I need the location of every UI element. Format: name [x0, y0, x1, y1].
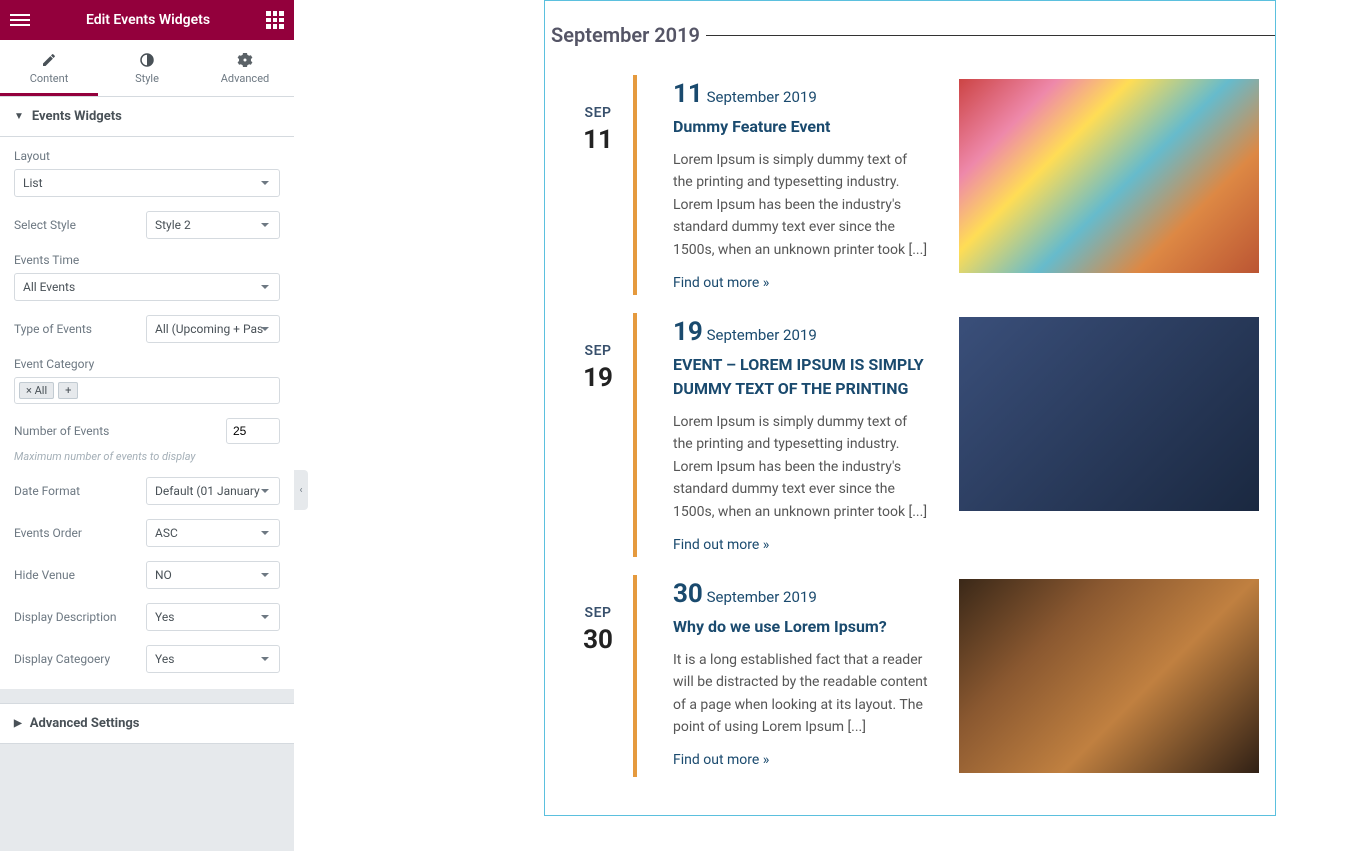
type-events-label: Type of Events — [14, 322, 92, 336]
event-date-badge: SEP 11 — [563, 75, 633, 295]
find-out-more-link[interactable]: Find out more » — [673, 537, 929, 553]
num-events-input[interactable] — [226, 418, 280, 444]
display-desc-label: Display Description — [14, 610, 117, 624]
caret-down-icon: ▼ — [14, 111, 24, 122]
tab-advanced[interactable]: Advanced — [196, 40, 294, 96]
apps-icon[interactable] — [266, 11, 284, 29]
find-out-more-link[interactable]: Find out more » — [673, 752, 929, 768]
category-add-button[interactable]: + — [58, 382, 78, 399]
event-image — [959, 79, 1259, 273]
events-time-label: Events Time — [14, 253, 280, 267]
contrast-icon — [98, 52, 196, 68]
hide-venue-label: Hide Venue — [14, 568, 75, 582]
event-description: Lorem Ipsum is simply dummy text of the … — [673, 149, 929, 261]
event-item: SEP 19 19 September 2019 EVENT – LOREM I… — [545, 313, 1275, 575]
month-header: September 2019 — [545, 23, 1275, 47]
num-events-label: Number of Events — [14, 424, 109, 438]
category-tag-all[interactable]: × All — [19, 382, 54, 399]
month-title: September 2019 — [545, 23, 706, 47]
event-description: Lorem Ipsum is simply dummy text of the … — [673, 411, 929, 523]
sidebar-title: Edit Events Widgets — [30, 12, 266, 28]
event-image — [959, 317, 1259, 511]
controls-panel: Layout List Select Style Style 2 Events … — [0, 137, 294, 689]
date-format-label: Date Format — [14, 484, 80, 498]
type-events-select[interactable]: All (Upcoming + Pas — [146, 315, 280, 343]
section-events-widgets[interactable]: ▼ Events Widgets — [0, 97, 294, 137]
events-order-label: Events Order — [14, 526, 82, 540]
layout-select[interactable]: List — [14, 169, 280, 197]
divider — [706, 35, 1275, 36]
event-title[interactable]: EVENT – LOREM IPSUM IS SIMPLY DUMMY TEXT… — [673, 353, 929, 401]
menu-icon[interactable] — [10, 14, 30, 26]
event-date-line: 11 September 2019 — [673, 79, 929, 109]
tab-style[interactable]: Style — [98, 40, 196, 96]
caret-right-icon: ▶ — [14, 718, 22, 729]
display-cat-select[interactable]: Yes — [146, 645, 280, 673]
editor-sidebar: Edit Events Widgets Content Style Ad — [0, 0, 294, 851]
event-date-line: 30 September 2019 — [673, 579, 929, 609]
pencil-icon — [0, 52, 98, 68]
events-order-select[interactable]: ASC — [146, 519, 280, 547]
event-category-label: Event Category — [14, 357, 280, 371]
editor-tabs: Content Style Advanced — [0, 40, 294, 97]
event-title[interactable]: Dummy Feature Event — [673, 115, 929, 139]
event-date-badge: SEP 19 — [563, 313, 633, 557]
sidebar-header: Edit Events Widgets — [0, 0, 294, 40]
event-date-badge: SEP 30 — [563, 575, 633, 777]
display-cat-label: Display Categoery — [14, 652, 110, 666]
event-title[interactable]: Why do we use Lorem Ipsum? — [673, 615, 929, 639]
select-style-select[interactable]: Style 2 — [146, 211, 280, 239]
event-item: SEP 11 11 September 2019 Dummy Feature E… — [545, 75, 1275, 313]
tab-content[interactable]: Content — [0, 40, 98, 96]
num-events-hint: Maximum number of events to display — [14, 450, 280, 463]
events-time-select[interactable]: All Events — [14, 273, 280, 301]
event-description: It is a long established fact that a rea… — [673, 649, 929, 739]
select-style-label: Select Style — [14, 218, 76, 232]
gear-icon — [196, 52, 294, 68]
layout-label: Layout — [14, 149, 280, 163]
date-format-select[interactable]: Default (01 January — [146, 477, 280, 505]
preview-area: September 2019 SEP 11 11 September 2019 … — [294, 0, 1356, 851]
event-category-input[interactable]: × All + — [14, 377, 280, 404]
event-date-line: 19 September 2019 — [673, 317, 929, 347]
events-widget[interactable]: September 2019 SEP 11 11 September 2019 … — [544, 0, 1276, 816]
event-item: SEP 30 30 September 2019 Why do we use L… — [545, 575, 1275, 795]
hide-venue-select[interactable]: NO — [146, 561, 280, 589]
event-image — [959, 579, 1259, 773]
display-desc-select[interactable]: Yes — [146, 603, 280, 631]
find-out-more-link[interactable]: Find out more » — [673, 275, 929, 291]
section-advanced-settings[interactable]: ▶ Advanced Settings — [0, 703, 294, 744]
